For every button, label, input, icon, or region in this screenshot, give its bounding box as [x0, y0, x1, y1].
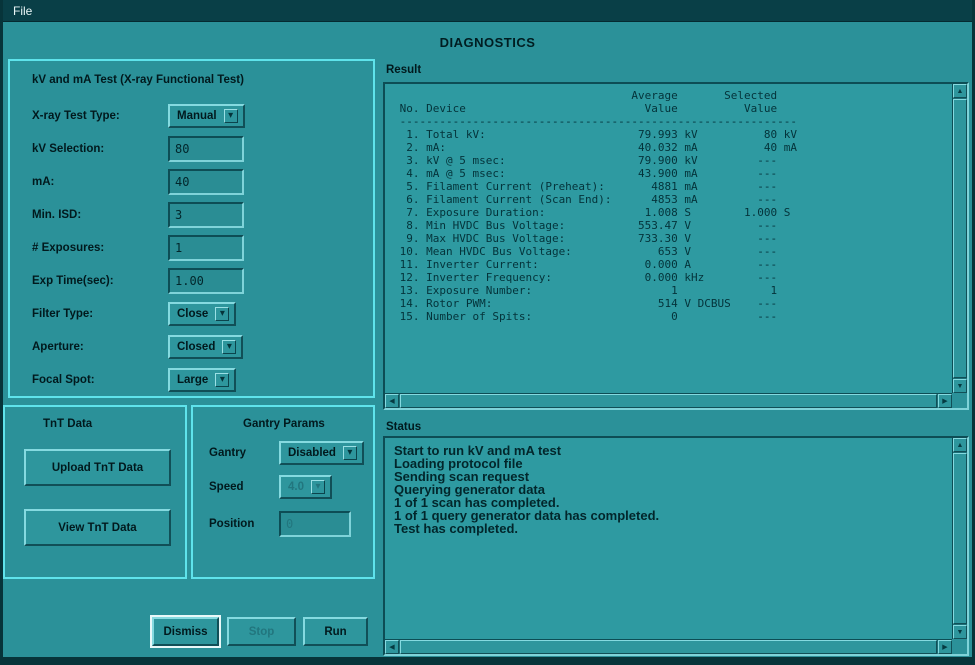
scroll-right-icon[interactable] [938, 394, 952, 408]
menu-file[interactable]: File [3, 4, 42, 18]
form-row-gantry: Gantry Disabled [209, 440, 367, 466]
scroll-down-icon[interactable] [953, 625, 967, 639]
upload-tnt-data-button[interactable]: Upload TnT Data [24, 449, 171, 486]
form-row-filter-type: Filter Type: Close [32, 301, 367, 327]
gantry-params-panel: Gantry Params Gantry Disabled Speed 4.0 … [191, 405, 375, 579]
speed-dropdown: 4.0 [279, 475, 332, 499]
result-vscroll-thumb[interactable] [953, 99, 967, 378]
diagnostics-window: File DIAGNOSTICS kV and mA Test (X-ray F… [0, 0, 975, 665]
filter-type-value: Close [177, 308, 208, 320]
speed-label: Speed [209, 474, 244, 500]
view-tnt-data-button[interactable]: View TnT Data [24, 509, 171, 546]
scroll-left-icon[interactable] [385, 394, 399, 408]
form-row-aperture: Aperture: Closed [32, 334, 367, 360]
result-hscroll-thumb[interactable] [400, 394, 937, 408]
form-row-speed: Speed 4.0 [209, 474, 367, 500]
gantry-panel-title: Gantry Params [243, 418, 325, 430]
dismiss-button[interactable]: Dismiss [152, 617, 219, 646]
kv-ma-test-panel: kV and mA Test (X-ray Functional Test) X… [8, 59, 375, 398]
run-button[interactable]: Run [303, 617, 368, 646]
result-horizontal-scrollbar[interactable] [385, 393, 952, 408]
gantry-dropdown[interactable]: Disabled [279, 441, 364, 465]
position-label: Position [209, 511, 254, 537]
result-content: Average Selected No. Device Value Value … [385, 84, 952, 393]
stop-button: Stop [227, 617, 296, 646]
xray-test-type-dropdown[interactable]: Manual [168, 104, 245, 128]
scroll-right-icon[interactable] [938, 640, 952, 654]
result-vertical-scrollbar[interactable] [952, 84, 967, 393]
ma-label: mA: [32, 169, 54, 195]
form-row-kv-selection: kV Selection: [32, 136, 367, 162]
scrollbar-corner [952, 393, 967, 408]
status-vscroll-thumb[interactable] [953, 453, 967, 624]
dropdown-indicator-icon [311, 480, 325, 494]
scroll-up-icon[interactable] [953, 438, 967, 452]
ma-input[interactable] [168, 169, 244, 195]
status-box: Start to run kV and mA testLoading proto… [383, 436, 969, 656]
aperture-value: Closed [177, 341, 215, 353]
min-isd-input[interactable] [168, 202, 244, 228]
exp-time-input[interactable] [168, 268, 244, 294]
scroll-left-icon[interactable] [385, 640, 399, 654]
result-table: Average Selected No. Device Value Value … [385, 84, 952, 328]
gantry-label: Gantry [209, 440, 246, 466]
scroll-down-icon[interactable] [953, 379, 967, 393]
min-isd-label: Min. ISD: [32, 202, 81, 228]
form-row-exposures: # Exposures: [32, 235, 367, 261]
status-line: Test has completed. [394, 522, 943, 535]
status-content: Start to run kV and mA testLoading proto… [385, 438, 952, 639]
tnt-data-panel: TnT Data Upload TnT Data View TnT Data [3, 405, 187, 579]
speed-value: 4.0 [288, 481, 304, 493]
status-hscroll-thumb[interactable] [400, 640, 937, 654]
scrollbar-corner [952, 639, 967, 654]
page-title: DIAGNOSTICS [3, 35, 972, 50]
tnt-panel-title: TnT Data [43, 418, 92, 430]
dropdown-indicator-icon [224, 109, 238, 123]
xray-test-type-value: Manual [177, 110, 217, 122]
xray-test-type-label: X-ray Test Type: [32, 103, 120, 129]
exposures-input[interactable] [168, 235, 244, 261]
focal-spot-value: Large [177, 374, 208, 386]
status-label: Status [386, 421, 421, 433]
kv-selection-input[interactable] [168, 136, 244, 162]
dropdown-indicator-icon [222, 340, 236, 354]
aperture-dropdown[interactable]: Closed [168, 335, 243, 359]
scroll-up-icon[interactable] [953, 84, 967, 98]
form-row-position: Position [209, 511, 367, 537]
exposures-label: # Exposures: [32, 235, 104, 261]
exp-time-label: Exp Time(sec): [32, 268, 114, 294]
filter-type-dropdown[interactable]: Close [168, 302, 236, 326]
gantry-value: Disabled [288, 447, 336, 459]
status-horizontal-scrollbar[interactable] [385, 639, 952, 654]
focal-spot-label: Focal Spot: [32, 367, 95, 393]
status-text: Start to run kV and mA testLoading proto… [385, 438, 952, 541]
aperture-label: Aperture: [32, 334, 84, 360]
dropdown-indicator-icon [215, 307, 229, 321]
form-row-ma: mA: [32, 169, 367, 195]
filter-type-label: Filter Type: [32, 301, 93, 327]
status-vertical-scrollbar[interactable] [952, 438, 967, 639]
result-label: Result [386, 64, 421, 76]
dropdown-indicator-icon [343, 446, 357, 460]
result-box: Average Selected No. Device Value Value … [383, 82, 969, 410]
position-input [279, 511, 351, 537]
test-panel-title: kV and mA Test (X-ray Functional Test) [32, 74, 244, 86]
menu-bar: File [3, 0, 972, 22]
dropdown-indicator-icon [215, 373, 229, 387]
form-row-min-isd: Min. ISD: [32, 202, 367, 228]
kv-selection-label: kV Selection: [32, 136, 104, 162]
form-row-xray-test-type: X-ray Test Type: Manual [32, 103, 367, 129]
focal-spot-dropdown[interactable]: Large [168, 368, 236, 392]
form-row-focal-spot: Focal Spot: Large [32, 367, 367, 393]
form-row-exp-time: Exp Time(sec): [32, 268, 367, 294]
